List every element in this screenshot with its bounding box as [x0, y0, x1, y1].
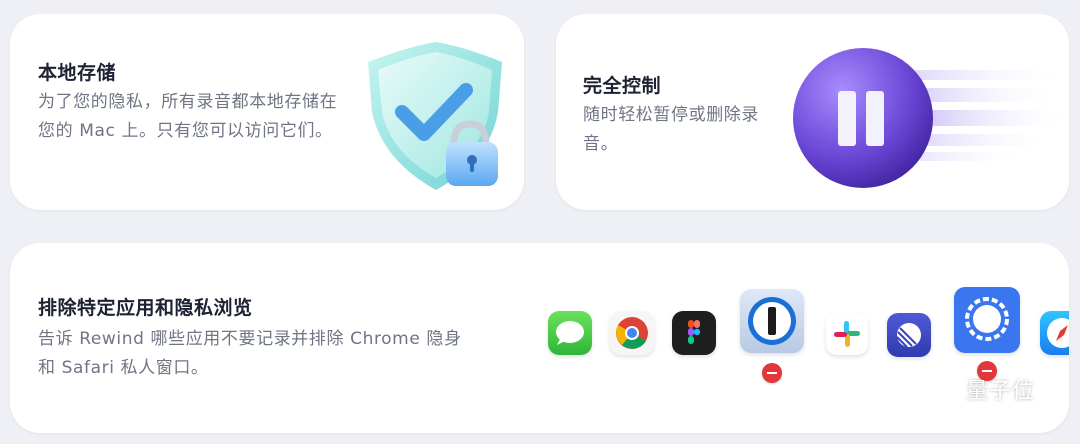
chrome-icon: [610, 311, 654, 355]
pause-icon: [793, 48, 1069, 188]
remove-1password-badge[interactable]: [762, 363, 782, 383]
exclude-apps-card: 排除特定应用和隐私浏览 告诉 Rewind 哪些应用不要记录并排除 Chrome…: [10, 243, 1069, 433]
local-storage-description: 为了您的隐私，所有录音都本地存储在您的 Mac 上。只有您可以访问它们。: [38, 92, 338, 141]
local-storage-title: 本地存储: [38, 62, 117, 84]
exclude-apps-title: 排除特定应用和隐私浏览: [38, 297, 253, 319]
exclude-apps-description: 告诉 Rewind 哪些应用不要记录并排除 Chrome 隐身和 Safari …: [38, 329, 462, 378]
local-storage-card: 本地存储 为了您的隐私，所有录音都本地存储在您的 Mac 上。只有您可以访问它们…: [10, 14, 524, 210]
wechat-icon: [931, 378, 960, 400]
full-control-card: 完全控制 随时轻松暂停或删除录音。: [556, 14, 1069, 210]
full-control-title: 完全控制: [583, 75, 662, 97]
shield-lock-icon: [368, 42, 502, 190]
signal-icon: [954, 287, 1020, 353]
full-control-description: 随时轻松暂停或删除录音。: [583, 105, 759, 154]
messages-icon: [548, 311, 592, 355]
watermark: 量子位: [931, 373, 1035, 405]
slack-icon: [826, 313, 868, 355]
app-dock: [540, 283, 1069, 433]
linear-icon: [887, 313, 931, 357]
safari-icon: [1040, 311, 1069, 355]
figma-icon: [672, 311, 716, 355]
1password-icon: [740, 289, 804, 353]
watermark-text: 量子位: [965, 379, 1035, 404]
